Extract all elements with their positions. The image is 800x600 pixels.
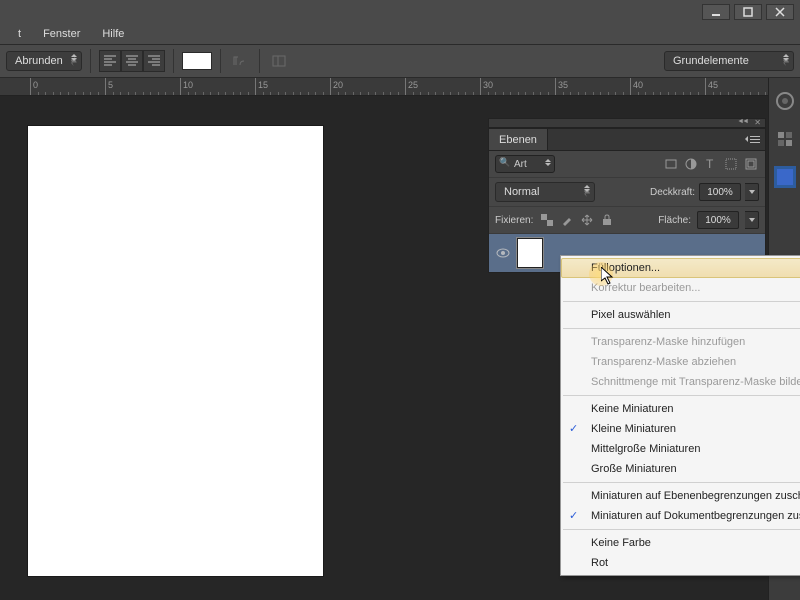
cm-item: Korrektur bearbeiten... bbox=[561, 278, 800, 298]
color-swatch[interactable] bbox=[182, 52, 212, 70]
menu-item-truncated[interactable]: t bbox=[8, 26, 31, 42]
align-right-button[interactable] bbox=[143, 50, 165, 72]
layers-panel: Ebenen Art T Normal Deckkraft: 100 bbox=[488, 128, 766, 273]
filter-smart-icon[interactable] bbox=[743, 156, 759, 172]
optionbar: Abrunden Grundelemente bbox=[0, 44, 800, 78]
cm-item[interactable]: Rot bbox=[561, 553, 800, 573]
cm-item[interactable]: Keine Miniaturen bbox=[561, 399, 800, 419]
canvas[interactable] bbox=[28, 126, 323, 576]
workspace-dropdown[interactable]: Grundelemente bbox=[664, 51, 794, 71]
warp-text-button[interactable] bbox=[229, 50, 251, 72]
opacity-label: Deckkraft: bbox=[650, 187, 695, 198]
horizontal-ruler[interactable]: 0510152025303540455055606570 bbox=[0, 78, 800, 96]
align-center-button[interactable] bbox=[121, 50, 143, 72]
menubar: t Fenster Hilfe bbox=[0, 24, 800, 44]
opacity-input[interactable]: 100% bbox=[699, 183, 741, 201]
maximize-button[interactable] bbox=[734, 4, 762, 20]
lock-transparency-icon[interactable] bbox=[539, 212, 555, 228]
layer-context-menu: Fülloptionen...Korrektur bearbeiten... Pi… bbox=[560, 255, 800, 576]
menu-item-fenster[interactable]: Fenster bbox=[33, 26, 90, 42]
filter-type-icon[interactable]: T bbox=[703, 156, 719, 172]
blend-mode-label: Normal bbox=[504, 186, 539, 198]
cm-item: Transparenz-Maske abziehen bbox=[561, 352, 800, 372]
color-wheel-icon[interactable] bbox=[774, 90, 796, 112]
layer-thumbnail[interactable] bbox=[517, 238, 543, 268]
layer-filter-dropdown[interactable]: Art bbox=[495, 155, 555, 173]
cm-item[interactable]: ✓Kleine Miniaturen bbox=[561, 419, 800, 439]
menu-item-hilfe[interactable]: Hilfe bbox=[92, 26, 134, 42]
blend-mode-dropdown[interactable]: Normal bbox=[495, 182, 595, 202]
separator bbox=[173, 49, 174, 73]
cm-item[interactable]: Mittelgroße Miniaturen bbox=[561, 439, 800, 459]
cm-item[interactable]: Miniaturen auf Ebenenbegrenzungen zuschn… bbox=[561, 486, 800, 506]
color-icon[interactable] bbox=[774, 166, 796, 188]
lock-all-icon[interactable] bbox=[599, 212, 615, 228]
filter-adjust-icon[interactable] bbox=[683, 156, 699, 172]
separator bbox=[220, 49, 221, 73]
swatches-icon[interactable] bbox=[774, 128, 796, 150]
align-group bbox=[99, 50, 165, 72]
separator bbox=[90, 49, 91, 73]
corner-style-dropdown[interactable]: Abrunden bbox=[6, 51, 82, 71]
layer-filter-label: Art bbox=[514, 159, 527, 170]
cm-item[interactable]: Fülloptionen... bbox=[561, 258, 800, 278]
corner-style-label: Abrunden bbox=[15, 55, 63, 67]
panel-collapse-bar[interactable] bbox=[488, 118, 766, 128]
lock-brush-icon[interactable] bbox=[559, 212, 575, 228]
fill-label: Fläche: bbox=[658, 215, 691, 226]
cm-item[interactable]: ✓Miniaturen auf Dokumentbegrenzungen zus… bbox=[561, 506, 800, 526]
panel-toggle-button[interactable] bbox=[268, 50, 290, 72]
fill-input[interactable]: 100% bbox=[697, 211, 739, 229]
titlebar bbox=[0, 0, 800, 24]
minimize-button[interactable] bbox=[702, 4, 730, 20]
visibility-icon[interactable] bbox=[495, 245, 511, 261]
layers-panel-group: Ebenen Art T Normal Deckkraft: 100 bbox=[488, 118, 766, 273]
panel-menu-button[interactable] bbox=[745, 129, 765, 150]
separator bbox=[259, 49, 260, 73]
cm-item[interactable]: Große Miniaturen bbox=[561, 459, 800, 479]
cm-item: Transparenz-Maske hinzufügen bbox=[561, 332, 800, 352]
align-left-button[interactable] bbox=[99, 50, 121, 72]
fill-caret[interactable] bbox=[745, 211, 759, 229]
workspace-label: Grundelemente bbox=[673, 55, 749, 67]
cm-item[interactable]: Keine Farbe bbox=[561, 533, 800, 553]
lock-move-icon[interactable] bbox=[579, 212, 595, 228]
close-button[interactable] bbox=[766, 4, 794, 20]
filter-shape-icon[interactable] bbox=[723, 156, 739, 172]
svg-text:T: T bbox=[706, 157, 714, 171]
lock-label: Fixieren: bbox=[495, 215, 533, 226]
opacity-caret[interactable] bbox=[745, 183, 759, 201]
filter-pixel-icon[interactable] bbox=[663, 156, 679, 172]
layers-tab[interactable]: Ebenen bbox=[489, 129, 548, 150]
cm-item[interactable]: Pixel auswählen bbox=[561, 305, 800, 325]
cm-item: Schnittmenge mit Transparenz-Maske bilde… bbox=[561, 372, 800, 392]
